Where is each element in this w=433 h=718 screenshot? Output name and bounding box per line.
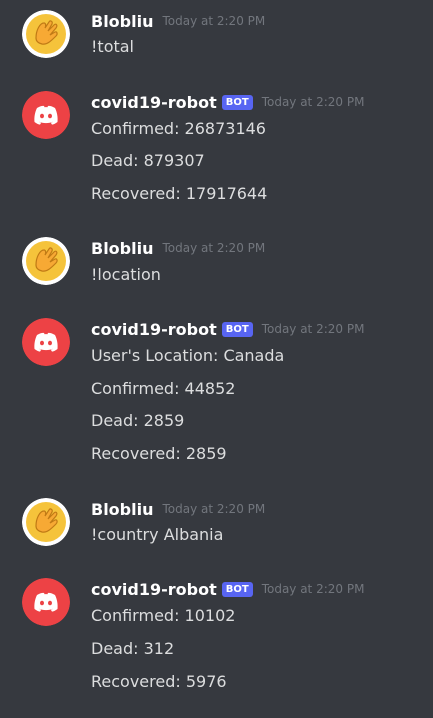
waving-hand-emoji-icon[interactable] (22, 237, 70, 285)
waving-hand-emoji-icon[interactable] (22, 10, 70, 58)
message-text: Recovered: 5976 (91, 672, 227, 691)
bot-badge: BOT (221, 321, 253, 337)
username[interactable]: covid19-robot (91, 580, 217, 599)
message-text: Dead: 312 (91, 639, 175, 658)
username[interactable]: Blobliu (91, 12, 153, 31)
bot-badge: BOT (221, 581, 253, 597)
message-header: covid19-robot BOT Today at 2:20 PM (91, 91, 364, 113)
timestamp: Today at 2:20 PM (261, 95, 365, 109)
message-text: Recovered: 2859 (91, 444, 227, 463)
message-text: Dead: 2859 (91, 411, 185, 430)
username[interactable]: Blobliu (91, 500, 153, 519)
message-text: Confirmed: 10102 (91, 606, 236, 625)
message-text: !location (91, 265, 161, 284)
message-header: covid19-robot BOT Today at 2:20 PM (91, 318, 364, 340)
message-text: User's Location: Canada (91, 346, 285, 365)
message-text: Confirmed: 26873146 (91, 119, 266, 138)
timestamp: Today at 2:20 PM (261, 322, 365, 336)
message-text: Confirmed: 44852 (91, 379, 236, 398)
username[interactable]: Blobliu (91, 239, 153, 258)
message-header: Blobliu Today at 2:20 PM (91, 237, 265, 259)
message-header: covid19-robot BOT Today at 2:20 PM (91, 578, 364, 600)
message-text: Recovered: 17917644 (91, 184, 268, 203)
bot-badge: BOT (221, 94, 253, 110)
timestamp: Today at 2:20 PM (162, 502, 266, 516)
message-text: !total (91, 37, 134, 56)
message-header: Blobliu Today at 2:20 PM (91, 498, 265, 520)
discord-logo-icon[interactable] (22, 91, 70, 139)
timestamp: Today at 2:20 PM (162, 241, 266, 255)
timestamp: Today at 2:20 PM (261, 582, 365, 596)
message-text: !country Albania (91, 525, 224, 544)
username[interactable]: covid19-robot (91, 93, 217, 112)
username[interactable]: covid19-robot (91, 320, 217, 339)
discord-logo-icon[interactable] (22, 318, 70, 366)
message-header: Blobliu Today at 2:20 PM (91, 10, 265, 32)
waving-hand-emoji-icon[interactable] (22, 498, 70, 546)
discord-logo-icon[interactable] (22, 578, 70, 626)
timestamp: Today at 2:20 PM (162, 14, 266, 28)
message-text: Dead: 879307 (91, 151, 205, 170)
